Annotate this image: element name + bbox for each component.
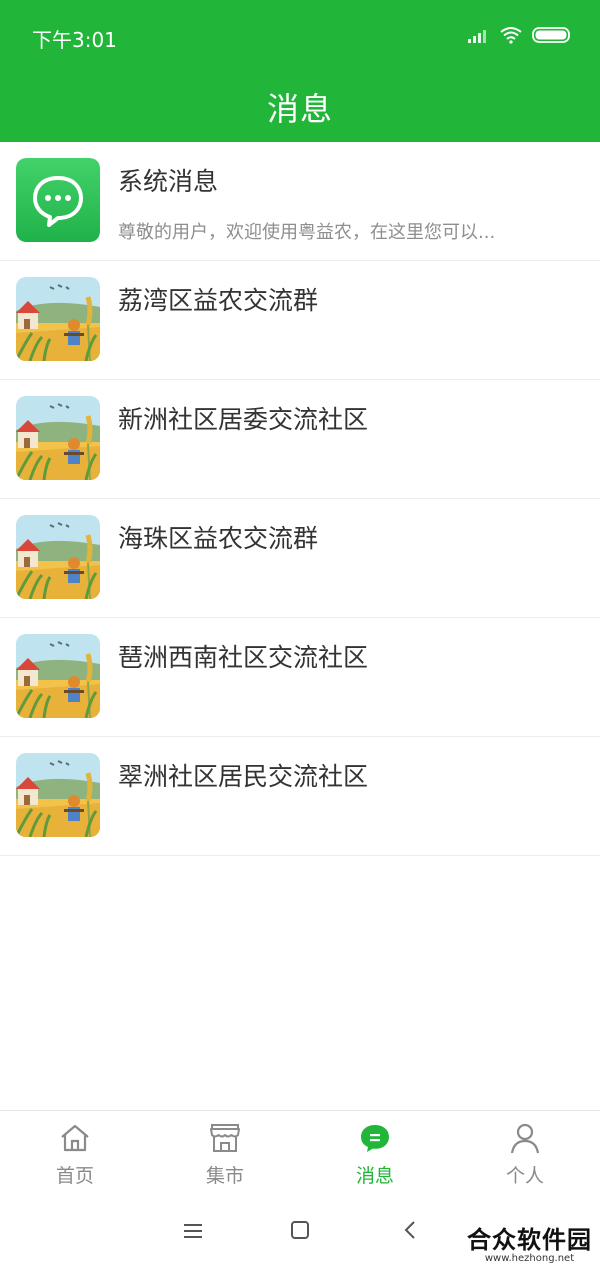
- back-icon[interactable]: [396, 1216, 426, 1246]
- chat-bubble-icon: [16, 158, 100, 242]
- message-list: 系统消息 尊敬的用户，欢迎使用粤益农，在这里您可以... 荔湾区益农交流群 新洲…: [0, 142, 600, 856]
- app-header: 下午3:01 消息: [0, 0, 600, 142]
- tab-label: 首页: [55, 1165, 94, 1187]
- watermark-url: www.hezhong.net: [484, 1253, 575, 1264]
- signal-icon: [468, 30, 486, 43]
- message-icon: [361, 1125, 389, 1152]
- tab-profile[interactable]: 个人: [450, 1111, 600, 1199]
- tab-market[interactable]: 集市: [150, 1111, 300, 1199]
- bottom-tab-bar: 首页 集市 消息 个人: [0, 1110, 600, 1199]
- status-time: 下午3:01: [32, 28, 117, 52]
- message-preview: 尊敬的用户，欢迎使用粤益农，在这里您可以...: [118, 222, 496, 243]
- wifi-icon: [500, 27, 522, 44]
- tab-label: 个人: [505, 1165, 544, 1187]
- message-title: 翠洲社区居民交流社区: [118, 762, 369, 791]
- message-item-group[interactable]: 新洲社区居委交流社区: [0, 380, 600, 499]
- message-title: 新洲社区居委交流社区: [118, 405, 369, 434]
- home-square-icon[interactable]: [285, 1216, 315, 1246]
- menu-icon[interactable]: [178, 1216, 208, 1246]
- message-title: 荔湾区益农交流群: [118, 286, 319, 315]
- home-icon: [61, 1124, 89, 1152]
- message-item-group[interactable]: 翠洲社区居民交流社区: [0, 737, 600, 856]
- watermark: 合众软件园 www.hezhong.net: [467, 1220, 592, 1264]
- farm-scene-image: [16, 277, 100, 361]
- farm-scene-image: [16, 753, 100, 837]
- store-icon: [210, 1124, 240, 1152]
- message-title: 海珠区益农交流群: [118, 524, 319, 553]
- message-item-system[interactable]: 系统消息 尊敬的用户，欢迎使用粤益农，在这里您可以...: [0, 142, 600, 261]
- farm-scene-image: [16, 515, 100, 599]
- tab-messages[interactable]: 消息: [300, 1111, 450, 1199]
- tab-home[interactable]: 首页: [0, 1111, 150, 1199]
- farm-scene-image: [16, 634, 100, 718]
- tab-label: 集市: [205, 1165, 244, 1187]
- page-title: 消息: [266, 90, 333, 128]
- battery-icon: [532, 27, 570, 43]
- message-item-group[interactable]: 荔湾区益农交流群: [0, 261, 600, 380]
- person-icon: [510, 1123, 540, 1154]
- message-item-group[interactable]: 琶洲西南社区交流社区: [0, 618, 600, 737]
- message-item-group[interactable]: 海珠区益农交流群: [0, 499, 600, 618]
- message-title: 系统消息: [118, 167, 219, 196]
- watermark-title: 合众软件园: [467, 1226, 592, 1254]
- farm-scene-image: [16, 396, 100, 480]
- status-icons: [468, 26, 572, 44]
- tab-label: 消息: [355, 1165, 394, 1187]
- message-title: 琶洲西南社区交流社区: [118, 643, 369, 672]
